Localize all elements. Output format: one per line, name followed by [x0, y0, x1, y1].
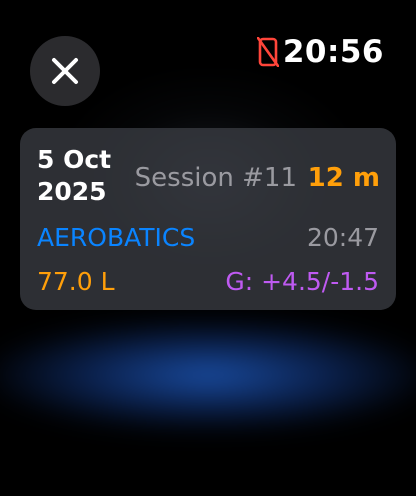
- session-card[interactable]: 5 Oct 2025 Session #11 12 m AEROBATICS 2…: [20, 128, 396, 310]
- session-start-time: 20:47: [306, 223, 379, 252]
- status-bar: 20:56: [256, 32, 384, 72]
- session-number: Session #11: [134, 163, 297, 193]
- session-date: 5 Oct 2025: [37, 145, 112, 206]
- session-fuel: 77.0 L: [37, 267, 115, 296]
- watch-screen: 20:56 5 Oct 2025 Session #11 12 m AEROBA…: [0, 0, 416, 496]
- close-icon: [52, 58, 78, 84]
- session-duration: 12 m: [307, 163, 380, 193]
- background-blue-glow: [0, 320, 416, 430]
- session-g-force: G: +4.5/-1.5: [225, 267, 379, 296]
- status-time: 20:56: [282, 34, 384, 70]
- close-button[interactable]: [30, 36, 100, 106]
- session-category: AEROBATICS: [37, 223, 196, 252]
- phone-disconnected-icon: [256, 37, 279, 67]
